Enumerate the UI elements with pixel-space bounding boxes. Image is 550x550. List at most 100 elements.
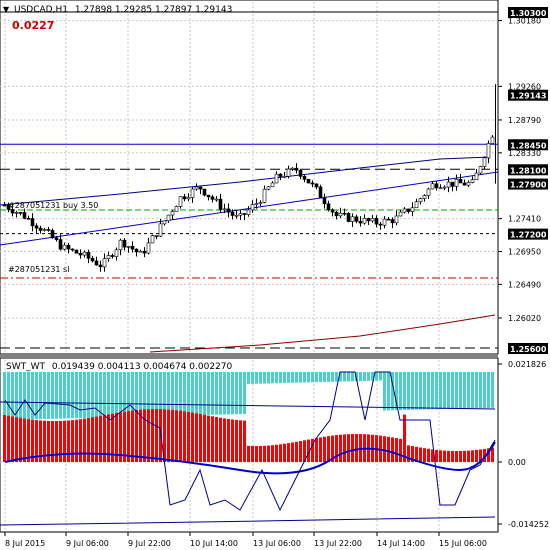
candle-body [114,249,119,257]
price-tag-label: 1.30300 [510,9,547,18]
collapse-arrow-icon[interactable]: ▼ [3,5,10,14]
candle-body [334,211,339,217]
candle-body [414,201,419,209]
price-axis: 1.301801.292601.287901.283301.274101.269… [498,7,548,354]
price-tag-label: 1.29143 [510,92,546,101]
candle-body [190,188,195,198]
candle-body [382,218,387,226]
candle-body [50,230,55,239]
time-tick-label: 15 Jul 06:00 [439,539,487,548]
candle-body [446,181,451,188]
candle-body [274,173,279,184]
candle-body [38,227,43,231]
candle-body [142,250,147,254]
candle-body [150,235,155,244]
candle-body [486,143,491,159]
candle-body [246,209,251,215]
candle-body [354,216,359,222]
candle-body [422,195,427,199]
candle-body [338,212,343,217]
candle-body [34,225,39,229]
candle-body [310,182,315,185]
candle-body [154,235,159,237]
candle-body [294,167,299,171]
candle-body [442,186,447,189]
candle-body [62,244,67,250]
candle-body [322,197,327,205]
candle-body [458,179,463,184]
candle-body [214,198,219,201]
candle-body [74,249,79,254]
candle-body [46,229,51,231]
candle-body [170,211,175,216]
main-chart-panel[interactable] [0,0,499,355]
price-tag-label: 1.27200 [510,231,547,240]
candle-body [358,221,363,224]
price-tick-label: 1.26950 [508,247,541,256]
candle-body [298,169,303,177]
candle-body [134,248,139,253]
price-tick-label: 1.27410 [508,215,541,224]
candle-body [390,219,395,224]
candle-body [234,214,239,217]
candle-body [118,239,123,251]
candle-body [242,213,247,215]
candle-body [418,198,423,203]
candle-body [42,229,47,231]
candle-body [406,208,411,212]
candle-body [478,166,483,174]
candle-body [346,213,351,222]
price-tick-label: 1.28790 [508,116,541,125]
candle-body [374,218,379,225]
candle-body [2,204,7,207]
time-tick-label: 8 Jul 2015 [5,539,45,548]
indicator-tick-label: 0.00 [508,458,526,467]
candle-body [30,218,35,227]
price-tick-label: 1.26020 [508,314,541,323]
candle-body [82,251,87,256]
candle-body [378,223,383,226]
indicator-tick-label: -0.014252 [508,520,549,529]
price-tag-label: 1.27900 [510,181,547,190]
candle-body [210,196,215,200]
candle-body [262,188,267,203]
candle-body [402,208,407,213]
candle-body [466,182,471,186]
candle-body [226,208,231,213]
chart-window[interactable]: ▼ USDCAD,H1 1.27898 1.29285 1.27897 1.29… [0,0,550,550]
candle-body [14,212,19,214]
candle-body [174,206,179,212]
candle-body [54,237,59,240]
indicator-tick-label: 0.021826 [508,360,546,369]
candle-body [302,176,307,180]
candle-body [330,209,335,213]
candle-body [98,264,103,268]
candle-body [290,167,295,170]
candle-body [270,182,275,188]
candle-body [206,194,211,198]
time-tick-label: 13 Jul 22:00 [314,539,362,548]
candle-body [198,186,203,190]
candle-body [138,250,143,253]
candle-body [70,248,75,251]
candle-body [86,251,91,259]
candle-body [490,136,495,144]
candle-body [326,203,331,211]
candle-body [314,183,319,188]
profit-value: 0.0227 [12,19,54,32]
candle-body [230,211,235,216]
candle-body [186,197,191,200]
candle-body [202,188,207,196]
symbol-ohlc-text: USDCAD,H1 1.27898 1.29285 1.27897 1.2914… [14,5,232,15]
time-axis: 8 Jul 2015 9 Jul 06:00 9 Jul 22:00 10 Jul 1… [4,532,487,548]
candle-body [194,186,199,190]
candle-body [162,220,167,225]
candle-body [350,216,355,222]
time-tick-label: 9 Jul 06:00 [66,539,109,548]
candle-body [218,198,223,210]
candle-body [146,242,151,254]
price-tag-label: 1.28450 [510,141,547,150]
candle-body [126,246,131,248]
candle-body [286,168,291,177]
candle-body [454,179,459,187]
